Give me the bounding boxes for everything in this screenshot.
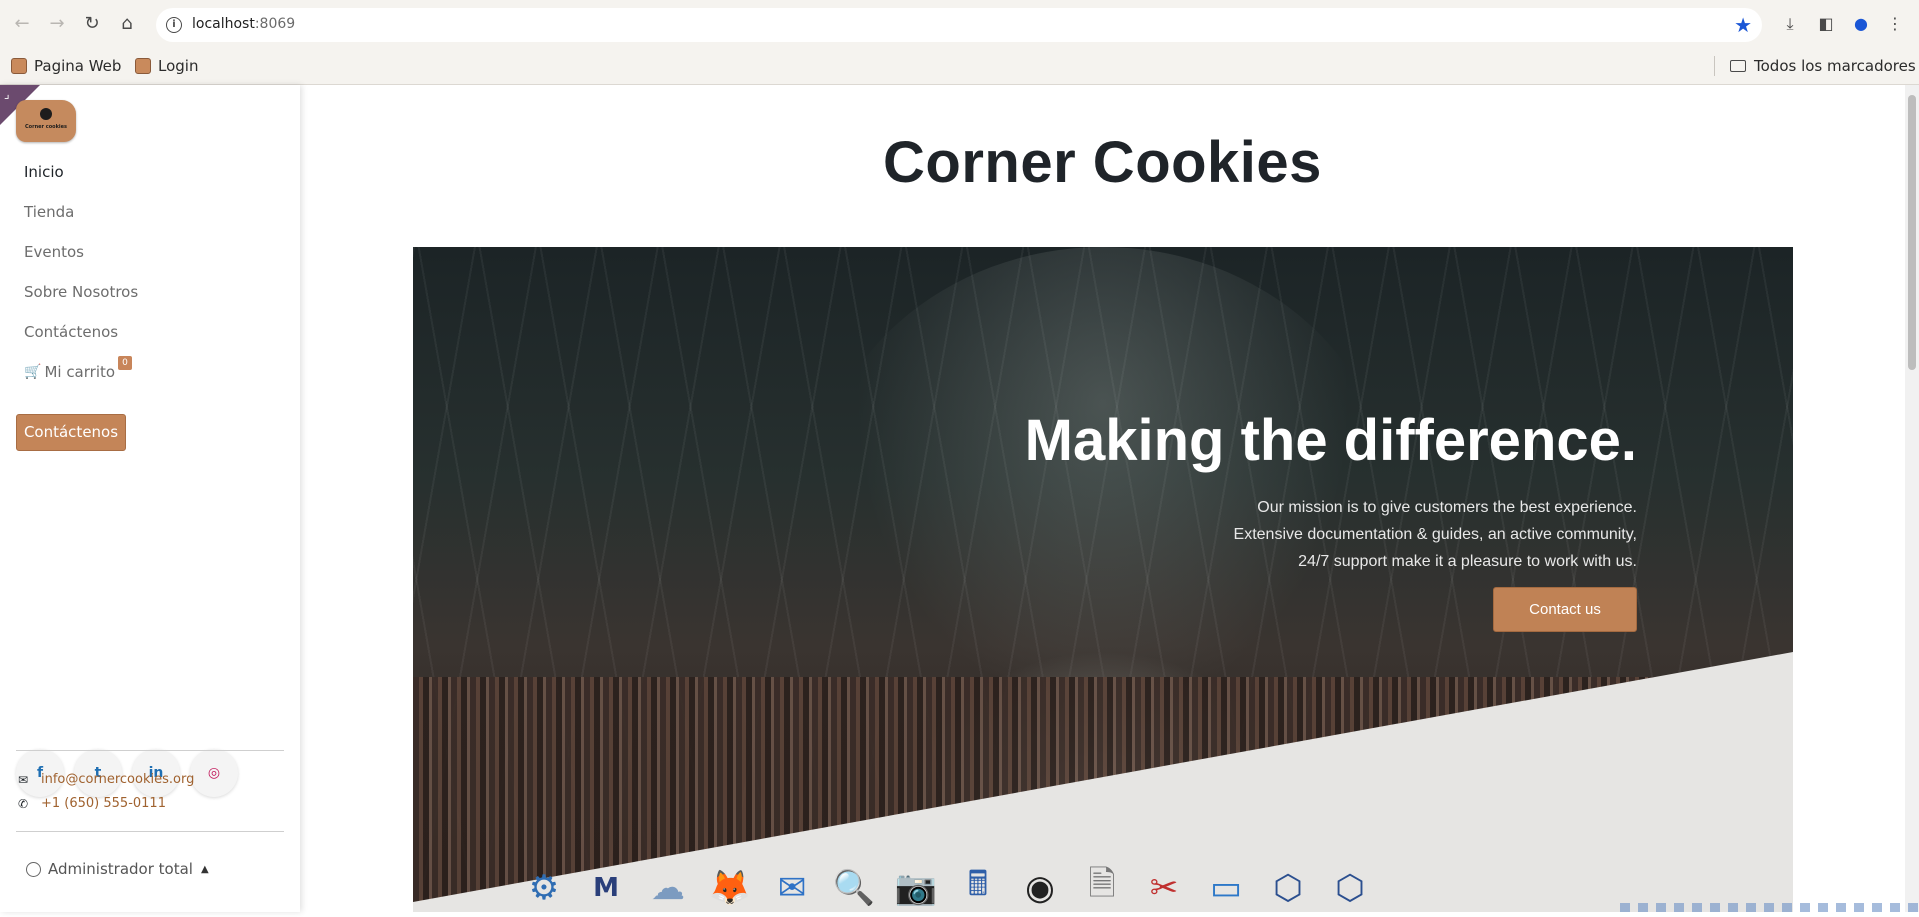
- url-text[interactable]: localhost:8069: [192, 16, 295, 32]
- address-bar[interactable]: i localhost:8069 ★: [156, 8, 1762, 42]
- url-port: :8069: [254, 16, 296, 32]
- menu-item-tienda[interactable]: Tienda: [24, 202, 138, 242]
- sidebar: ⌟ Corner cookies Inicio Tienda Eventos S…: [0, 85, 300, 912]
- profile-icon[interactable]: ●: [1849, 12, 1873, 36]
- email-contact[interactable]: ✉ info@cornercookies.org: [16, 772, 194, 787]
- contact-cta-button[interactable]: Contáctenos: [16, 414, 126, 451]
- bookmark-pagina-web[interactable]: Pagina Web: [11, 57, 121, 75]
- firefox-app-icon[interactable]: 🦊: [706, 864, 754, 912]
- phone-link[interactable]: +1 (650) 555-0111: [41, 796, 166, 811]
- main-menu: Inicio Tienda Eventos Sobre Nosotros Con…: [24, 162, 138, 402]
- caret-down-icon: ▲: [200, 863, 209, 875]
- window-app-icon[interactable]: ▭: [1202, 864, 1250, 912]
- user-label: Administrador total: [48, 860, 193, 878]
- site-info-icon[interactable]: i: [166, 17, 182, 33]
- lens-app-icon[interactable]: ◉: [1016, 864, 1064, 912]
- bookmarks-bar: Pagina Web Login Todos los marcadores: [0, 48, 1919, 85]
- user-menu[interactable]: Administrador total ▲: [26, 860, 209, 878]
- user-circle-icon: [26, 861, 41, 877]
- settings-app-icon[interactable]: ⚙: [520, 864, 568, 912]
- bookmark-login[interactable]: Login: [135, 57, 198, 75]
- bookmark-label: Pagina Web: [34, 57, 122, 75]
- max-inside-app-icon[interactable]: M: [582, 864, 630, 912]
- folder-icon: [1730, 60, 1746, 72]
- browser-toolbar: ← → ↻ ⌂ i localhost:8069 ★ ⤓ ◧ ● ⋮: [0, 0, 1919, 48]
- hero-heading: Making the difference.: [1024, 408, 1637, 473]
- system-tray[interactable]: [1620, 903, 1919, 912]
- forward-icon[interactable]: →: [45, 12, 69, 36]
- search-app-icon[interactable]: 🔍: [830, 864, 878, 912]
- bookmarks-separator: [1714, 56, 1715, 76]
- logo-text: Corner cookies: [25, 124, 67, 130]
- back-icon[interactable]: ←: [10, 12, 34, 36]
- scissors-app-icon[interactable]: ✂: [1140, 864, 1188, 912]
- hero-line: Extensive documentation & guides, an act…: [1233, 526, 1637, 543]
- url-host: localhost: [192, 16, 255, 32]
- sidebar-divider: [16, 750, 284, 751]
- menu-item-eventos[interactable]: Eventos: [24, 242, 138, 282]
- logo[interactable]: Corner cookies: [16, 100, 76, 142]
- instagram-icon[interactable]: ◎: [190, 749, 238, 797]
- scrollbar-thumb[interactable]: [1908, 95, 1916, 370]
- hero-text: Our mission is to give customers the bes…: [1234, 494, 1637, 575]
- page-scrollbar[interactable]: [1905, 85, 1919, 912]
- menu-item-cart[interactable]: 🛒 Mi carrito 0: [24, 356, 138, 402]
- bookmark-label: Login: [158, 57, 199, 75]
- envelope-icon: ✉: [17, 772, 29, 787]
- all-bookmarks-label: Todos los marcadores: [1754, 57, 1916, 75]
- document-app-icon[interactable]: 🗎: [1078, 864, 1126, 912]
- all-bookmarks-button[interactable]: Todos los marcadores: [1730, 57, 1916, 75]
- desktop-dock: ⚙ M ☁ 🦊 ✉ 🔍 📷 🖩 ◉ 🗎 ✂ ▭ ⬡ ⬡: [520, 864, 1374, 912]
- menu-item-sobre-nosotros[interactable]: Sobre Nosotros: [24, 282, 138, 322]
- home-icon[interactable]: ⌂: [115, 12, 139, 36]
- calculator-app-icon[interactable]: 🖩: [954, 864, 1002, 912]
- hero-line: Our mission is to give customers the bes…: [1257, 499, 1637, 516]
- thunderbird-app-icon[interactable]: ✉: [768, 864, 816, 912]
- phone-contact[interactable]: ✆ +1 (650) 555-0111: [16, 796, 166, 811]
- corner-arrow-icon: ⌟: [4, 87, 10, 101]
- site-favicon-icon: [135, 58, 151, 74]
- site-favicon-icon: [11, 58, 27, 74]
- cloud-app-icon[interactable]: ☁: [644, 864, 692, 912]
- email-link[interactable]: info@cornercookies.org: [41, 772, 194, 787]
- cart-count-badge: 0: [118, 356, 132, 370]
- hero-banner: Making the difference. Our mission is to…: [413, 247, 1793, 912]
- camera-app-icon[interactable]: 📷: [892, 864, 940, 912]
- phone-icon: ✆: [17, 796, 29, 811]
- contact-us-button[interactable]: Contact us: [1493, 587, 1637, 632]
- download-icon[interactable]: ⤓: [1778, 12, 1802, 36]
- virtualbox-app-icon-2[interactable]: ⬡: [1326, 864, 1374, 912]
- page-title: Corner Cookies: [883, 130, 1322, 195]
- sidebar-divider-2: [16, 831, 284, 832]
- shopping-cart-icon: 🛒: [24, 364, 42, 380]
- reload-icon[interactable]: ↻: [80, 12, 104, 36]
- web-page: ⌟ Corner cookies Inicio Tienda Eventos S…: [0, 85, 1919, 912]
- cart-label: Mi carrito: [44, 363, 116, 381]
- menu-kebab-icon[interactable]: ⋮: [1883, 12, 1907, 36]
- hero-line: 24/7 support make it a pleasure to work …: [1298, 553, 1637, 570]
- bookmark-star-icon[interactable]: ★: [1734, 13, 1752, 37]
- logo-mark-icon: [40, 108, 52, 120]
- menu-item-inicio[interactable]: Inicio: [24, 162, 138, 202]
- virtualbox-app-icon[interactable]: ⬡: [1264, 864, 1312, 912]
- side-panel-icon[interactable]: ◧: [1814, 12, 1838, 36]
